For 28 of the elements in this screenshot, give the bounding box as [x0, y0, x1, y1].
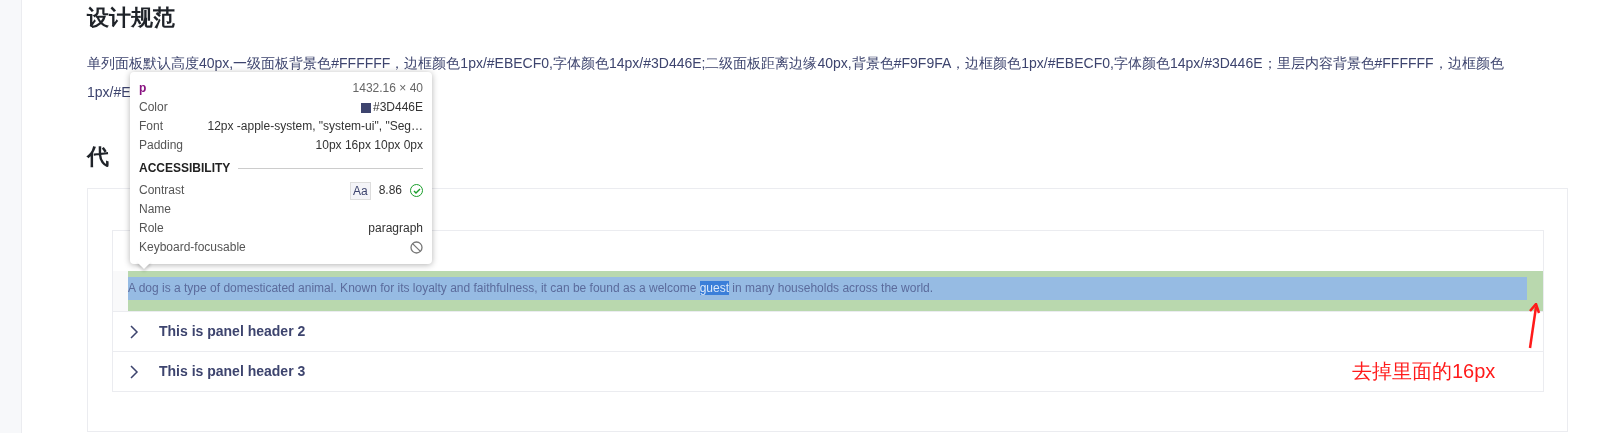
demo-title: 代: [87, 143, 109, 171]
section-title: 设计规范: [87, 4, 176, 32]
section-heading: ACCESSIBILITY: [139, 160, 231, 177]
property-value: #3D446E: [372, 99, 423, 116]
property-label: Color: [139, 99, 168, 116]
property-value: 12px -apple-system, "system-ui", "Seg…: [207, 118, 423, 135]
description-text: 1px/#E: [87, 83, 131, 102]
property-value: 8.86: [378, 182, 402, 199]
contrast-sample: Aa: [349, 181, 371, 200]
chevron-icon: [129, 364, 139, 379]
element-tag: p: [139, 79, 147, 98]
description-text: 单列面板默认高度40px,一级面板背景色#FFFFFF，边框颜色1px/#EBECF0,字体颜色14px/#3D446E;二级面板距离边缘40px,背景色#F9F9FA，边框颜色1px/#EBECF0,字体颜色14px/#3D446E；里层内容背景色#FFFFFF，边框颜色: [87, 54, 1504, 73]
property-label: Name: [139, 201, 171, 218]
property-label: Contrast: [139, 182, 185, 199]
element-size: 1432.16 × 40: [352, 80, 423, 97]
chevron-icon: [129, 324, 139, 339]
panel-header-title: This is panel header 2: [159, 322, 306, 341]
property-label: Font: [139, 118, 163, 135]
panel-header[interactable]: This is panel header 2: [113, 311, 1543, 351]
color-swatch: [360, 102, 371, 113]
panel-content-text: A dog is a type of domesticated animal. Known for its loyalty and faithfulness, it can be found as a welcome guest in many households across the world.: [128, 277, 1527, 300]
property-label: Padding: [139, 137, 184, 154]
property-label: Keyboard-focusable: [139, 239, 246, 256]
property-value: paragraph: [368, 220, 423, 237]
annotation-text: 去掉里面的16px: [1352, 359, 1496, 384]
property-label: Role: [139, 220, 164, 237]
panel-header-title: This is panel header 3: [159, 362, 306, 381]
property-value: 10px 16px 10px 0px: [315, 137, 423, 154]
